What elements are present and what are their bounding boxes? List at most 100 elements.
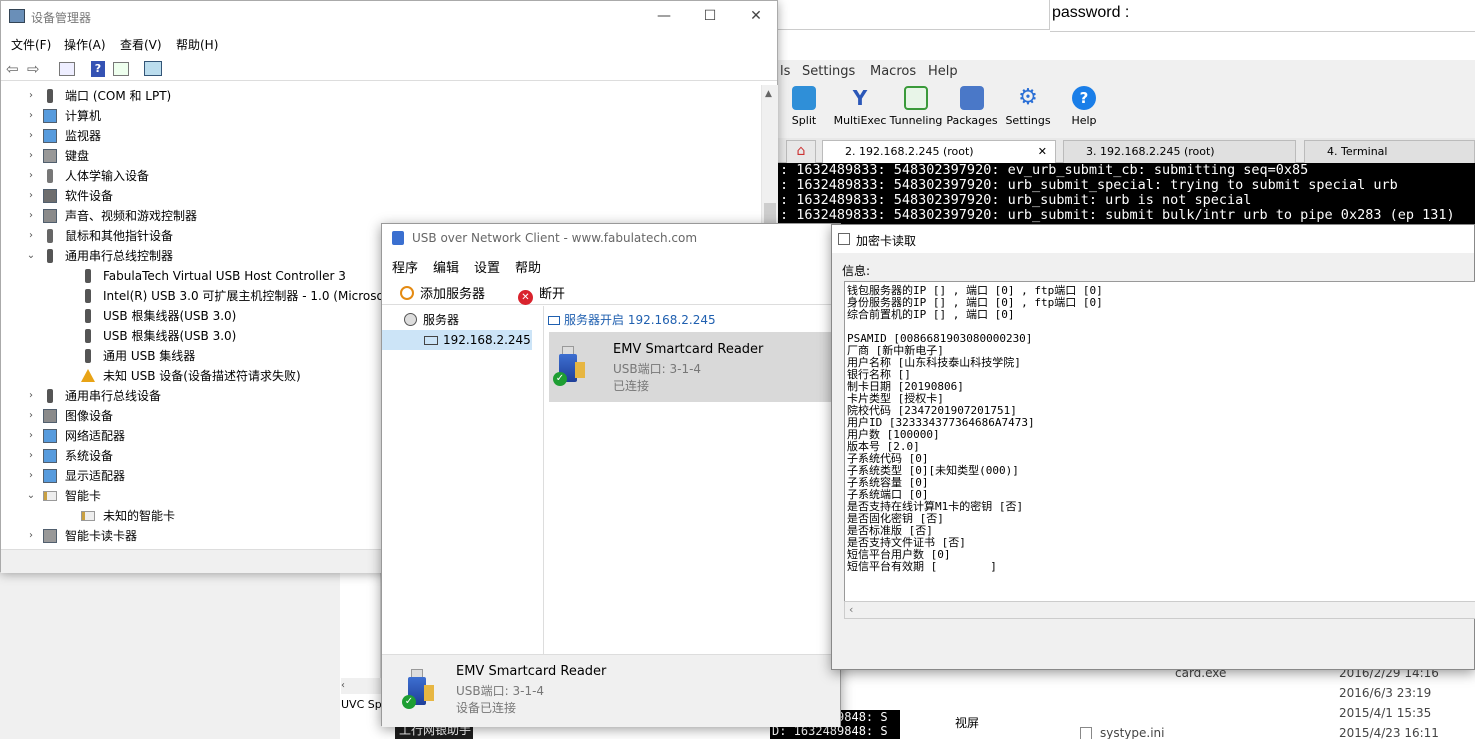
- moba-help-button[interactable]: ? Help: [1056, 84, 1112, 127]
- scan-monitor-icon[interactable]: [144, 61, 162, 76]
- chevron-down-icon[interactable]: ⌄: [25, 486, 37, 506]
- menu-file[interactable]: 文件(F): [11, 36, 51, 53]
- multiexec-icon: Y: [852, 86, 868, 110]
- chevron-right-icon[interactable]: ›: [25, 386, 37, 406]
- device-tree-label: 智能卡读卡器: [65, 529, 138, 543]
- file-row[interactable]: 2015/4/1 15:35: [1060, 703, 1475, 723]
- menu-settings[interactable]: 设置: [474, 257, 500, 276]
- chevron-down-icon[interactable]: ⌄: [25, 246, 37, 266]
- chevron-right-icon[interactable]: ›: [25, 446, 37, 466]
- card-reader-titlebar[interactable]: 加密卡读取: [832, 225, 1474, 253]
- moba-menu-bar: ls Settings Macros Help: [778, 60, 1475, 82]
- moba-toolbar: Split Y MultiExec Tunneling Packages ⚙ Set…: [778, 84, 1475, 134]
- device-tree-item[interactable]: › 端口 (COM 和 LPT): [1, 86, 761, 106]
- usbnet-title: USB over Network Client - www.fabulatech…: [412, 231, 698, 245]
- forward-arrow-icon[interactable]: ⇨: [27, 60, 40, 78]
- menu-action[interactable]: 操作(A): [64, 36, 106, 53]
- back-arrow-icon[interactable]: ⇦: [6, 60, 19, 78]
- tunneling-icon: [904, 86, 928, 110]
- chevron-right-icon[interactable]: ›: [25, 226, 37, 246]
- chevron-right-icon[interactable]: ›: [25, 166, 37, 186]
- device-tree-item[interactable]: › 人体学输入设备: [1, 166, 761, 186]
- moba-multiexec-button[interactable]: Y MultiExec: [832, 84, 888, 127]
- device-tree-item[interactable]: › 软件设备: [1, 186, 761, 206]
- moba-tab-3[interactable]: 3. 192.168.2.245 (root): [1063, 140, 1296, 163]
- chevron-right-icon[interactable]: ›: [25, 426, 37, 446]
- file-row[interactable]: 2016/6/3 23:19: [1060, 683, 1475, 703]
- home-icon: ⌂: [796, 143, 806, 159]
- disconnect-button[interactable]: ✕ 断开: [518, 283, 565, 305]
- chevron-right-icon[interactable]: ›: [25, 406, 37, 426]
- device-tree-item[interactable]: › 键盘: [1, 146, 761, 166]
- moba-menu-macros[interactable]: Macros: [870, 64, 916, 79]
- card-reader-title: 加密卡读取: [856, 234, 917, 248]
- camera-icon: [43, 409, 57, 423]
- chevron-right-icon[interactable]: ›: [25, 106, 37, 126]
- chevron-right-icon[interactable]: ›: [25, 526, 37, 545]
- minimize-button[interactable]: —: [641, 5, 687, 29]
- server-tree: 服务器 192.168.2.245: [382, 306, 544, 654]
- moba-tunneling-button[interactable]: Tunneling: [888, 84, 944, 127]
- moba-split-button[interactable]: Split: [776, 84, 832, 127]
- device-manager-titlebar[interactable]: 设备管理器 — ☐ ✕: [1, 1, 777, 32]
- device-panel: 服务器开启 192.168.2.245 ✓ EMV Smartcard Read…: [545, 306, 842, 654]
- info-textarea[interactable]: 钱包服务器的IP [] , 端口 [0] , ftp端口 [0] 身份服务器的IP…: [844, 281, 1475, 619]
- chevron-right-icon[interactable]: ›: [25, 466, 37, 486]
- port-icon: [47, 89, 53, 103]
- view-icon[interactable]: [113, 62, 129, 76]
- info-line: 用户名称 [山东科技泰山科技学院]: [847, 356, 1021, 369]
- moba-menu-item[interactable]: ls: [780, 64, 790, 79]
- moba-menu-help[interactable]: Help: [928, 64, 958, 79]
- chevron-right-icon[interactable]: ›: [25, 186, 37, 206]
- properties-icon[interactable]: [59, 62, 75, 76]
- background-panel: 视屏: [900, 710, 1060, 739]
- terminal-line: : 1632489833: 548302397920: urb_submit: …: [780, 207, 1455, 223]
- chevron-right-icon[interactable]: ›: [25, 206, 37, 226]
- scroll-up-icon[interactable]: ▲: [765, 89, 772, 99]
- settings-icon: ⚙: [1018, 85, 1038, 110]
- moba-tab-2[interactable]: 2. 192.168.2.245 (root) ✕: [822, 140, 1056, 163]
- moba-menu-settings[interactable]: Settings: [802, 64, 855, 79]
- file-row[interactable]: systype.ini 2015/4/23 16:11: [1060, 723, 1475, 739]
- device-manager-menu-bar: 文件(F) 操作(A) 查看(V) 帮助(H): [1, 33, 777, 55]
- device-card[interactable]: ✓ EMV Smartcard Reader USB端口: 3-1-4 已连接: [549, 332, 839, 402]
- menu-help[interactable]: 帮助(H): [176, 36, 218, 53]
- info-horizontal-scrollbar[interactable]: ‹: [844, 601, 1475, 619]
- chevron-right-icon[interactable]: ›: [25, 146, 37, 166]
- device-tree-item[interactable]: › 计算机: [1, 106, 761, 126]
- moba-home-tab[interactable]: ⌂: [786, 140, 816, 163]
- info-line: 用户数 [100000]: [847, 428, 940, 441]
- server-tree-item[interactable]: 192.168.2.245: [382, 330, 532, 350]
- menu-help[interactable]: 帮助: [515, 257, 541, 276]
- menu-view[interactable]: 查看(V): [120, 36, 162, 53]
- chevron-right-icon[interactable]: ›: [25, 126, 37, 146]
- moba-settings-button[interactable]: ⚙ Settings: [1000, 84, 1056, 128]
- usb-icon: [85, 349, 91, 363]
- moba-terminal[interactable]: : 1632489833: 548302397920: ev_urb_submi…: [778, 163, 1475, 233]
- system-icon: [43, 449, 57, 463]
- device-manager-toolbar: ⇦ ⇨ ?: [1, 57, 777, 81]
- usbnet-titlebar[interactable]: USB over Network Client - www.fabulatech…: [382, 224, 840, 252]
- chevron-right-icon[interactable]: ›: [25, 86, 37, 106]
- moba-tab-4[interactable]: 4. Terminal: [1304, 140, 1475, 163]
- scroll-left-icon[interactable]: ‹: [849, 603, 853, 616]
- background-label: 视屏: [955, 716, 980, 730]
- monitor-icon: [43, 129, 57, 143]
- device-tree-label: 鼠标和其他指针设备: [65, 229, 174, 243]
- server-tree-root[interactable]: 服务器: [404, 311, 459, 328]
- moba-packages-button[interactable]: Packages: [944, 84, 1000, 127]
- close-icon[interactable]: ✕: [1038, 141, 1047, 162]
- background-file-list: card.exe 2016/2/29 14:16 2016/6/3 23:19 2…: [1060, 660, 1475, 739]
- help-icon[interactable]: ?: [91, 61, 105, 77]
- usb-icon: [85, 329, 91, 343]
- maximize-button[interactable]: ☐: [687, 5, 733, 29]
- menu-edit[interactable]: 编辑: [433, 257, 459, 276]
- device-tree-item[interactable]: › 监视器: [1, 126, 761, 146]
- split-icon: [792, 86, 816, 110]
- usbnet-app-icon: [392, 231, 404, 245]
- card-reader-dialog: 加密卡读取 信息: 钱包服务器的IP [] , 端口 [0] , ftp端口 […: [831, 224, 1475, 670]
- add-server-button[interactable]: 添加服务器: [400, 283, 485, 302]
- close-button[interactable]: ✕: [733, 5, 779, 29]
- menu-program[interactable]: 程序: [392, 257, 418, 276]
- network-icon: [43, 429, 57, 443]
